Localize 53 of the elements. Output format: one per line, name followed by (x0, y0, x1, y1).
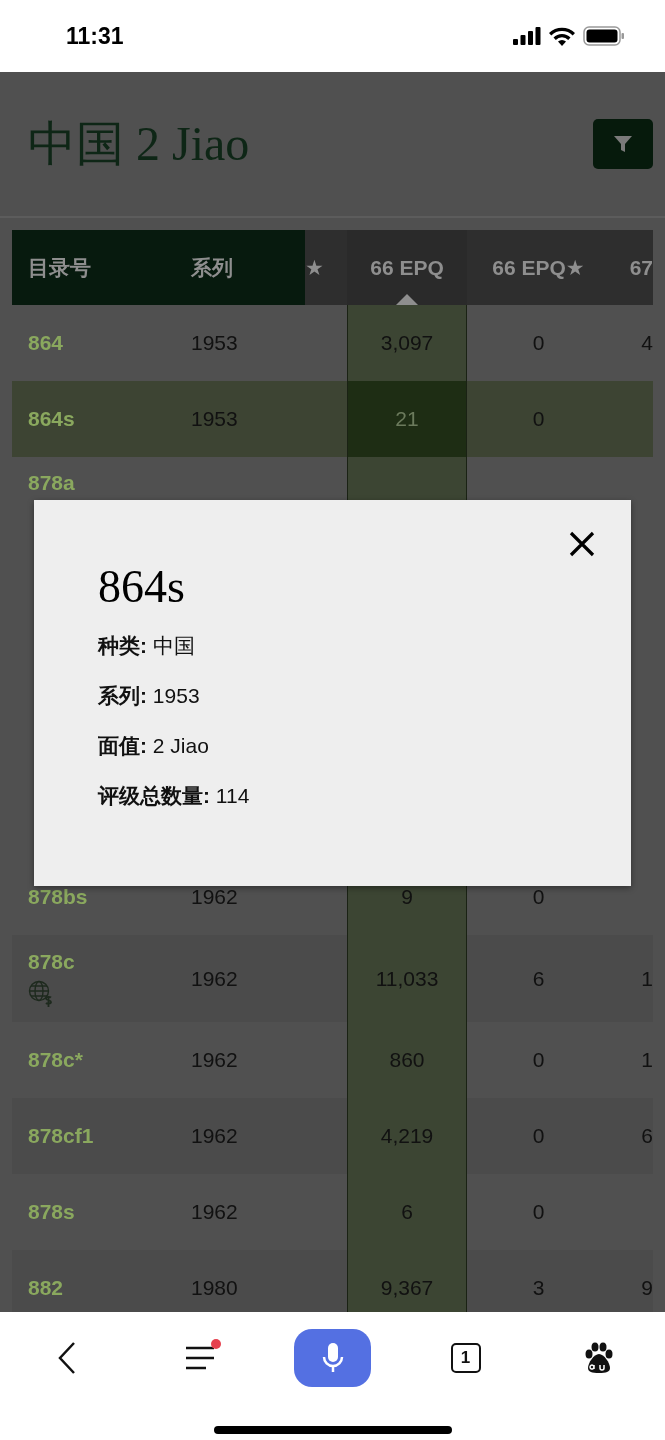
close-icon (569, 530, 595, 557)
table-cell: 6 (532, 966, 545, 991)
catalog-link[interactable]: 878c* (28, 1048, 83, 1072)
filter-button[interactable] (593, 119, 653, 169)
table-cell: 1962 (191, 885, 238, 909)
table-cell: 1962 (191, 1124, 238, 1148)
table-cell: 0 (532, 1124, 545, 1148)
battery-icon (583, 26, 625, 46)
catalog-link[interactable]: 878cf1 (28, 1124, 94, 1148)
signal-icon (513, 27, 541, 45)
table-cell: 0 (532, 885, 545, 909)
filter-icon (613, 134, 633, 154)
catalog-link[interactable]: 878bs (28, 885, 88, 909)
table-cell: 1 (641, 966, 653, 991)
table-cell: 0 (532, 1200, 545, 1224)
table-cell: 1 (641, 1048, 653, 1072)
table-cell: 0 (532, 331, 545, 355)
table-cell: 0 (532, 1048, 545, 1072)
catalog-link[interactable]: 882 (28, 1276, 64, 1300)
table-cell: 1962 (191, 1048, 238, 1072)
table-cell: 1962 (191, 1200, 238, 1224)
microphone-icon (320, 1343, 345, 1373)
catalog-link[interactable]: 878c (28, 949, 75, 974)
catalog-link[interactable]: 864s (28, 407, 75, 431)
column-header[interactable]: 系列 (175, 230, 305, 305)
status-time: 11:31 (66, 22, 124, 50)
table-cell: 6 (641, 1124, 653, 1148)
table-cell: 1953 (191, 331, 238, 355)
catalog-link[interactable]: 878a (28, 471, 75, 495)
column-header[interactable]: 66 EPQ (347, 230, 467, 305)
detail-field: 种类: 中国 (98, 631, 567, 660)
detail-field: 面值: 2 Jiao (98, 731, 567, 760)
detail-field: 系列: 1953 (98, 681, 567, 710)
voice-button[interactable] (294, 1329, 371, 1387)
table-cell: 21 (395, 407, 419, 431)
table-cell: 4 (641, 331, 653, 355)
table-cell: 9 (641, 1276, 653, 1300)
column-header[interactable]: 67 (610, 230, 653, 305)
menu-icon (184, 1345, 215, 1371)
wifi-icon (549, 26, 575, 46)
column-header[interactable]: 目录号 (12, 230, 175, 305)
catalog-link[interactable]: 864 (28, 331, 64, 355)
back-icon (56, 1341, 77, 1375)
catalog-link[interactable]: 878s (28, 1200, 75, 1224)
detail-field: 评级总数量: 114 (98, 781, 567, 810)
table-cell: 3 (532, 1276, 545, 1300)
tab-count-button[interactable]: 1 (450, 1343, 481, 1373)
column-header[interactable]: 66 EPQ★ (467, 230, 610, 305)
table-cell: 1962 (191, 966, 238, 991)
dialog-title: 864s (98, 560, 186, 613)
page-title: 中国 2 Jiao (28, 116, 250, 172)
table-cell: 1980 (191, 1276, 238, 1300)
column-header[interactable]: ★ (305, 230, 347, 305)
